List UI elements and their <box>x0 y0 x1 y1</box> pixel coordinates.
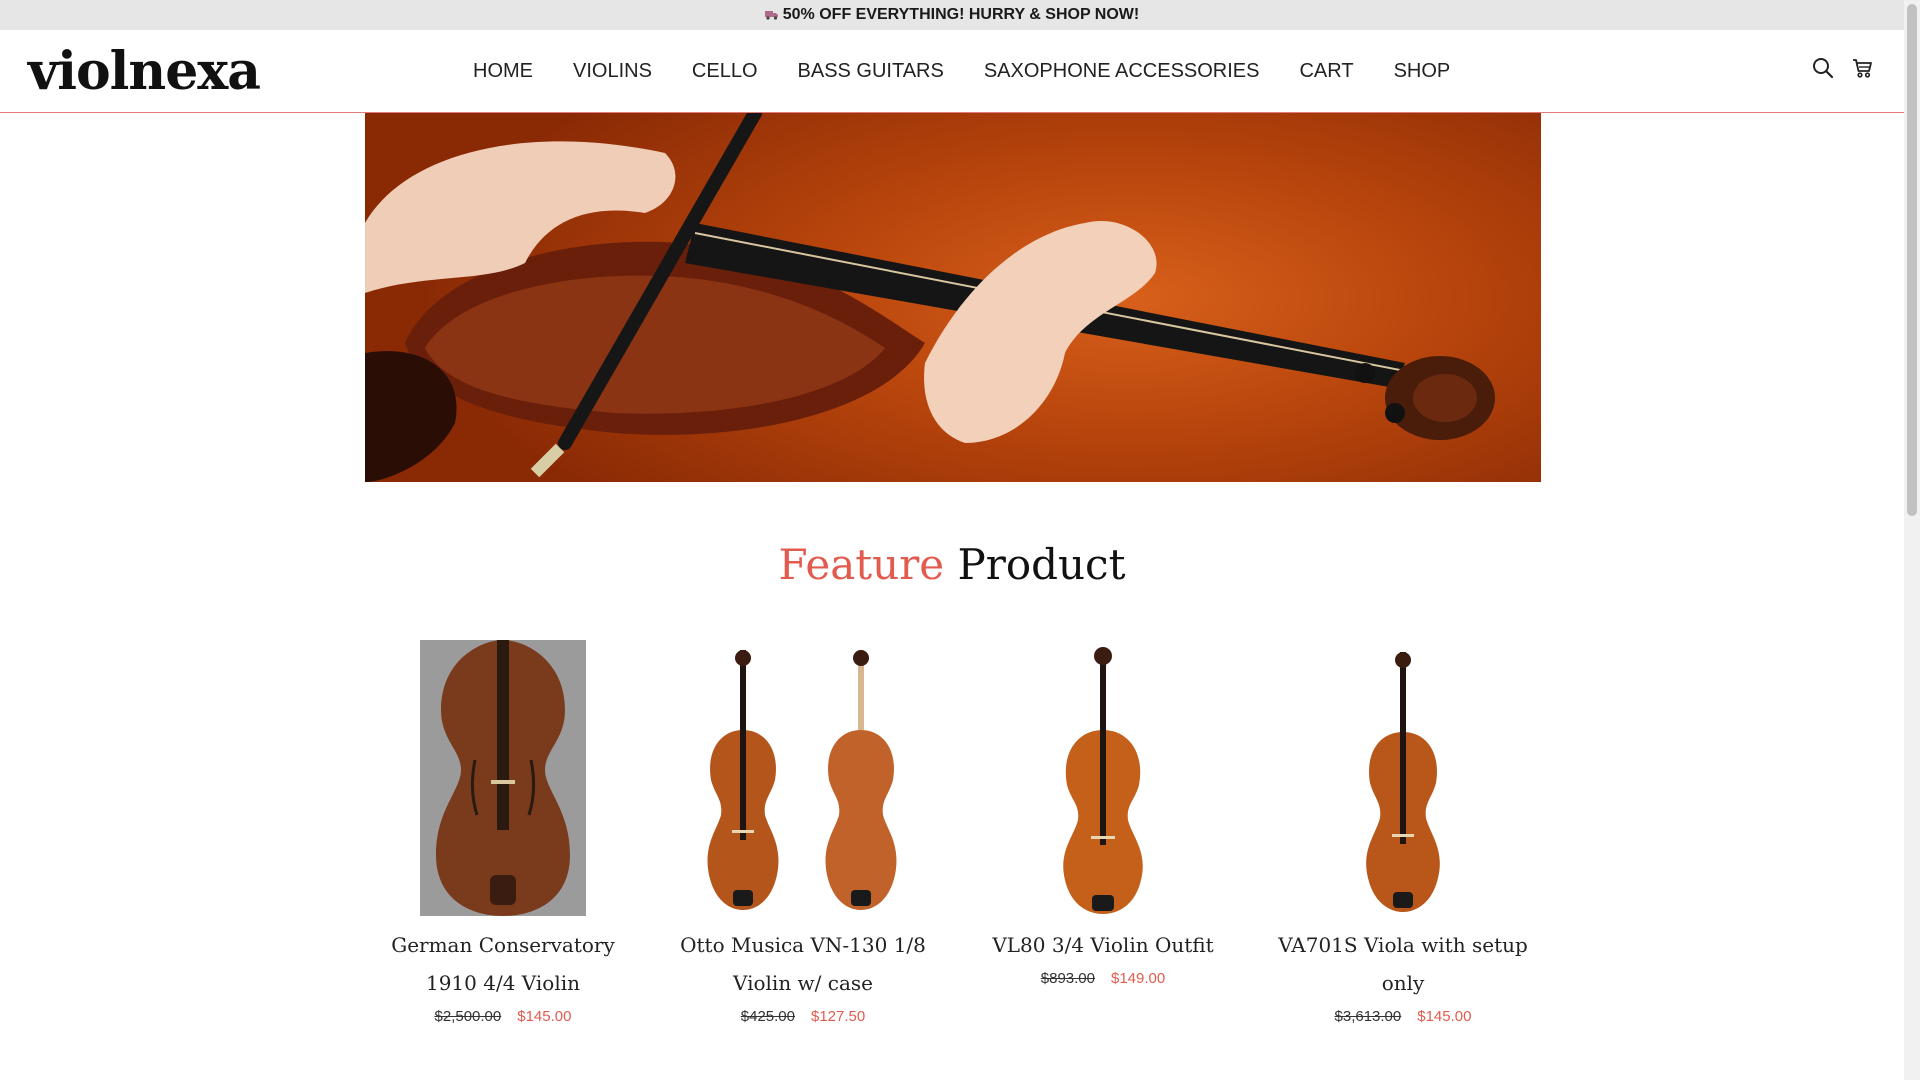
product-image[interactable] <box>665 640 941 916</box>
nav-item-bass-guitars[interactable]: BASS GUITARS <box>798 60 944 83</box>
main-nav: HOME VIOLINS CELLO BASS GUITARS SAXOPHON… <box>473 30 1450 112</box>
product-price: $3,613.00 $145.00 <box>1265 1008 1541 1025</box>
product-card[interactable]: Otto Musica VN-130 1/8 Violin w/ case $4… <box>665 640 941 1025</box>
nav-item-cello[interactable]: CELLO <box>692 60 758 83</box>
title-rest: Product <box>944 540 1126 589</box>
search-icon[interactable] <box>1812 57 1834 79</box>
product-name[interactable]: VL80 3/4 Violin Outfit <box>965 926 1241 964</box>
nav-item-home[interactable]: HOME <box>473 60 533 83</box>
sale-price: $145.00 <box>1417 1008 1472 1025</box>
scrollbar-thumb[interactable] <box>1907 4 1917 516</box>
sale-price: $145.00 <box>517 1008 572 1025</box>
product-price: $425.00 $127.50 <box>665 1008 941 1025</box>
product-name[interactable]: Otto Musica VN-130 1/8 Violin w/ case <box>665 926 941 1002</box>
nav-item-cart[interactable]: CART <box>1299 60 1353 83</box>
product-image[interactable] <box>1265 640 1541 916</box>
original-price: $3,613.00 <box>1334 1008 1402 1025</box>
sale-price: $127.50 <box>811 1008 866 1025</box>
product-image[interactable] <box>965 640 1241 916</box>
original-price: $893.00 <box>1040 970 1095 987</box>
product-card[interactable]: German Conservatory 1910 4/4 Violin $2,5… <box>365 640 641 1025</box>
title-accent: Feature <box>778 540 945 589</box>
truck-icon <box>764 7 779 23</box>
product-price: $893.00 $149.00 <box>965 970 1241 987</box>
product-card[interactable]: VA701S Viola with setup only $3,613.00 $1… <box>1265 640 1541 1025</box>
nav-item-shop[interactable]: SHOP <box>1394 60 1451 83</box>
nav-item-violins[interactable]: VIOLINS <box>573 60 652 83</box>
original-price: $2,500.00 <box>434 1008 502 1025</box>
sale-price: $149.00 <box>1111 970 1166 987</box>
announcement-bar: 50% OFF EVERYTHING! HURRY & SHOP NOW! <box>0 0 1904 30</box>
hero-banner <box>365 113 1541 482</box>
site-logo[interactable]: violnexa <box>28 46 261 98</box>
violin-player-hero-image <box>365 113 1495 482</box>
product-card[interactable]: VL80 3/4 Violin Outfit $893.00 $149.00 <box>965 640 1241 987</box>
header-icons <box>1812 57 1874 79</box>
site-header: violnexa HOME VIOLINS CELLO BASS GUITARS… <box>0 30 1904 113</box>
featured-section-title: Feature Product <box>0 540 1904 589</box>
cart-icon[interactable] <box>1852 57 1874 79</box>
announcement-text: 50% OFF EVERYTHING! HURRY & SHOP NOW! <box>782 6 1140 23</box>
product-grid: German Conservatory 1910 4/4 Violin $2,5… <box>365 640 1541 1080</box>
product-name[interactable]: VA701S Viola with setup only <box>1265 926 1541 1002</box>
nav-item-saxophone-accessories[interactable]: SAXOPHONE ACCESSORIES <box>984 60 1260 83</box>
product-image[interactable] <box>365 640 641 916</box>
product-name[interactable]: German Conservatory 1910 4/4 Violin <box>365 926 641 1002</box>
original-price: $425.00 <box>740 1008 795 1025</box>
page-scrollbar[interactable] <box>1904 0 1920 1080</box>
product-price: $2,500.00 $145.00 <box>365 1008 641 1025</box>
